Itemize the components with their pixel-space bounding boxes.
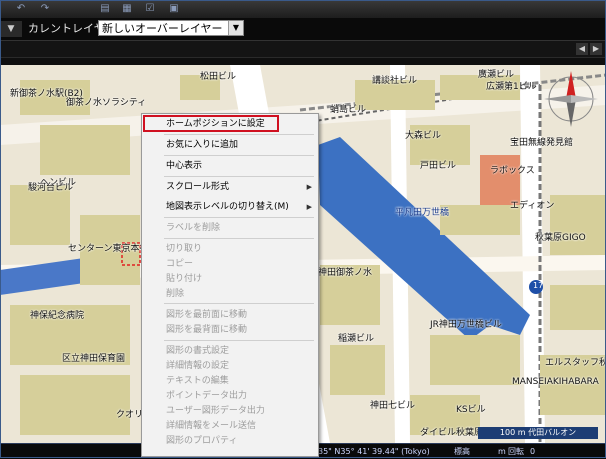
map-label: センターン東京本社 xyxy=(68,244,149,254)
redo-icon[interactable]: ↷ xyxy=(38,2,52,16)
map-label: 宝田無線発見館 xyxy=(510,138,574,148)
layer-select-value: 新しいオーバーレイヤー xyxy=(102,22,223,35)
chevron-down-icon[interactable]: ▼ xyxy=(228,21,243,35)
context-menu-item: 図形を最背面に移動 xyxy=(142,323,318,338)
context-menu-item-label: ラベルを削除 xyxy=(166,223,221,233)
map-label: ラボックス xyxy=(490,166,535,176)
copy-icon[interactable]: ▤ xyxy=(98,2,112,16)
undo-icon[interactable]: ↶ xyxy=(14,2,28,16)
rotation-value: 0 xyxy=(530,447,536,456)
context-menu-item: 詳細情報をメール送信 xyxy=(142,419,318,434)
map-label: エルスタッフ秋葉原 xyxy=(545,358,606,368)
context-menu-item: ポイントデータ出力 xyxy=(142,389,318,404)
paste-icon[interactable]: ▦ xyxy=(120,2,134,16)
context-menu-item[interactable]: 地図表示レベルの切り替え(M) ▶ xyxy=(142,200,318,215)
context-menu-item-label: 詳細情報をメール送信 xyxy=(166,421,257,431)
scroll-left-icon[interactable]: ◀ xyxy=(576,43,588,55)
map-label: JR神田万世橋ビル xyxy=(430,320,502,330)
map-label: 講談社ビル xyxy=(372,76,418,86)
menu-separator xyxy=(164,155,314,156)
highlight-box xyxy=(143,115,279,132)
ruler-bar xyxy=(0,58,606,65)
layer-select[interactable]: 新しいオーバーレイヤー ▼ xyxy=(98,20,244,36)
layer-dropdown-toggle[interactable]: ▼ xyxy=(0,21,22,37)
context-menu: ホームポジションに設定 お気に入りに追加 中心表示 スクロール形式 ▶ 地図表示レベルの切… xyxy=(141,113,319,457)
context-menu-item-label: 削除 xyxy=(166,289,185,299)
context-menu-item[interactable]: 中心表示 xyxy=(142,159,318,174)
map-label: 平凡田万世橋 xyxy=(395,208,450,218)
map-label: 松田ビル xyxy=(200,72,237,82)
context-menu-item: ラベルを削除 xyxy=(142,221,318,236)
map-label: 戸田ビル xyxy=(420,161,457,171)
context-menu-item-label: 貼り付け xyxy=(166,274,203,284)
context-menu-item-label: ユーザー図形データ出力 xyxy=(166,406,265,416)
context-menu-item-label: 図形を最背面に移動 xyxy=(166,325,248,335)
map-label: 神田御茶ノ水 xyxy=(318,268,373,278)
submenu-arrow-icon: ▶ xyxy=(306,203,312,211)
map-label: 蛸島ビル xyxy=(330,105,367,115)
coordinates-readout: 35" N35° 41' 39.44" (Tokyo) xyxy=(318,447,430,456)
map-label: エディオン xyxy=(510,201,555,211)
map-label: 御茶ノ水ソラシティ xyxy=(66,98,147,108)
menu-separator xyxy=(164,134,314,135)
menu-separator xyxy=(164,340,314,341)
map-label: 秋葉原GIGO xyxy=(535,233,586,243)
context-menu-item: テキストの編集 xyxy=(142,374,318,389)
context-menu-item: 切り取り xyxy=(142,242,318,257)
context-menu-item: 貼り付け xyxy=(142,272,318,287)
map-label: 広瀬第1ビル xyxy=(486,82,537,92)
context-menu-item: 図形の書式設定 xyxy=(142,344,318,359)
context-menu-item-label: ポイントデータ出力 xyxy=(166,391,248,401)
context-menu-item-label: お気に入りに追加 xyxy=(166,140,239,150)
map-label: 大森ビル xyxy=(405,131,442,141)
context-menu-item-label: コピー xyxy=(166,259,194,269)
context-menu-item-label: 図形のプロパティ xyxy=(166,436,238,446)
menu-separator xyxy=(164,217,314,218)
scroll-right-icon[interactable]: ▶ xyxy=(590,43,602,55)
menu-separator xyxy=(164,303,314,304)
context-menu-item-label: 図形を最前面に移動 xyxy=(166,310,248,320)
context-menu-item-label: 詳細情報の設定 xyxy=(166,361,230,371)
context-menu-item: 削除 xyxy=(142,287,318,302)
layer-bar: ▼ カレントレイヤー 新しいオーバーレイヤー ▼ xyxy=(0,18,606,41)
context-menu-item-label: 中心表示 xyxy=(166,161,203,171)
route-sign: 17 xyxy=(533,281,544,290)
context-menu-item[interactable]: お気に入りに追加 xyxy=(142,138,318,153)
check-icon[interactable]: ☑ xyxy=(143,2,157,16)
elevation-unit: m xyxy=(498,447,506,456)
context-menu-item-label: 地図表示レベルの切り替え(M) xyxy=(166,202,289,212)
menu-separator xyxy=(164,238,314,239)
grid-icon[interactable]: ▣ xyxy=(167,2,181,16)
map-label: 区立神田保育園 xyxy=(62,354,126,364)
context-menu-item-label: 図形の書式設定 xyxy=(166,346,230,356)
map-label: 神保紀念病院 xyxy=(30,311,85,321)
menu-separator xyxy=(164,176,314,177)
map-label: MANSEIAKIHABARA xyxy=(512,377,599,387)
context-menu-item-label: スクロール形式 xyxy=(166,182,230,192)
context-menu-item: 詳細情報の設定 xyxy=(142,359,318,374)
compass-icon[interactable] xyxy=(541,68,601,130)
map-tab-bar: ◀ ▶ xyxy=(0,41,606,58)
map-label: 神田七ビル xyxy=(370,401,416,411)
map-label: 駿河台ビル xyxy=(28,183,74,193)
rotation-label: 回転 xyxy=(508,447,524,456)
map-label: KSビル xyxy=(456,405,486,415)
context-menu-item[interactable]: スクロール形式 ▶ xyxy=(142,180,318,195)
toolbar: ↶ ↷ ▤ ▦ ☑ ▣ xyxy=(0,0,606,19)
context-menu-item: 図形のプロパティ xyxy=(142,434,318,449)
elevation-label: 標高 xyxy=(454,447,470,456)
context-menu-item: ユーザー図形データ出力 xyxy=(142,404,318,419)
context-menu-item-label: 切り取り xyxy=(166,244,203,254)
context-menu-item-label: テキストの編集 xyxy=(166,376,229,386)
scale-bar: 100 m 代田バルオン xyxy=(478,427,598,439)
map-label: 稲瀬ビル xyxy=(338,334,375,344)
context-menu-item: コピー xyxy=(142,257,318,272)
context-menu-item: 図形を最前面に移動 xyxy=(142,308,318,323)
submenu-arrow-icon: ▶ xyxy=(306,183,312,191)
map-label: ダイビル秋葉原 xyxy=(420,428,484,438)
